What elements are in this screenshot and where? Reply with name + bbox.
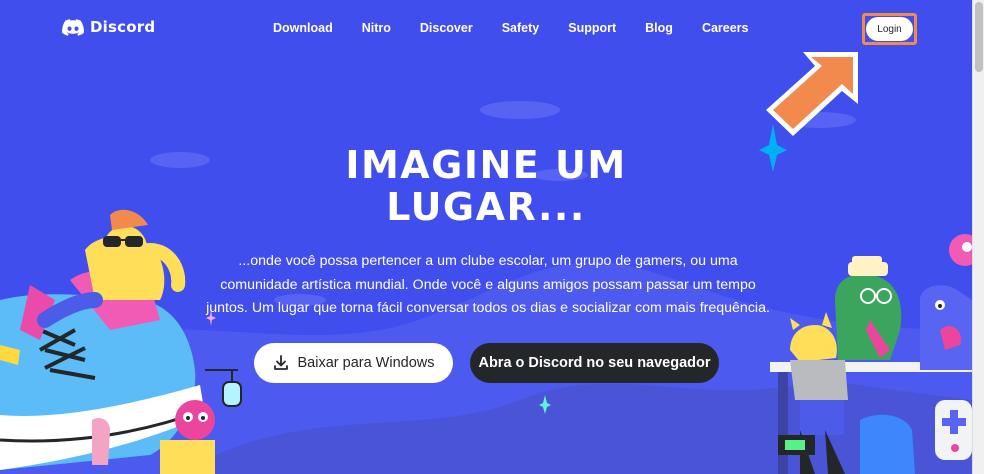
hero-description: ...onde você possa pertencer a um clube … [206,253,770,316]
vertical-scrollbar[interactable] [972,0,984,474]
headline-line-2: LUGAR... [386,185,586,229]
discord-landing-page: Discord Download Nitro Discover Safety S… [0,0,972,474]
open-in-browser-button[interactable]: Abra o Discord no seu navegador [470,343,719,383]
download-button-label: Baixar para Windows [297,355,435,371]
headline-line-1: IMAGINE UM [345,143,627,187]
arrow-pointer-icon [766,52,858,136]
download-icon [273,355,288,370]
download-windows-button[interactable]: Baixar para Windows [254,343,453,383]
scrollbar-thumb[interactable] [975,2,983,72]
